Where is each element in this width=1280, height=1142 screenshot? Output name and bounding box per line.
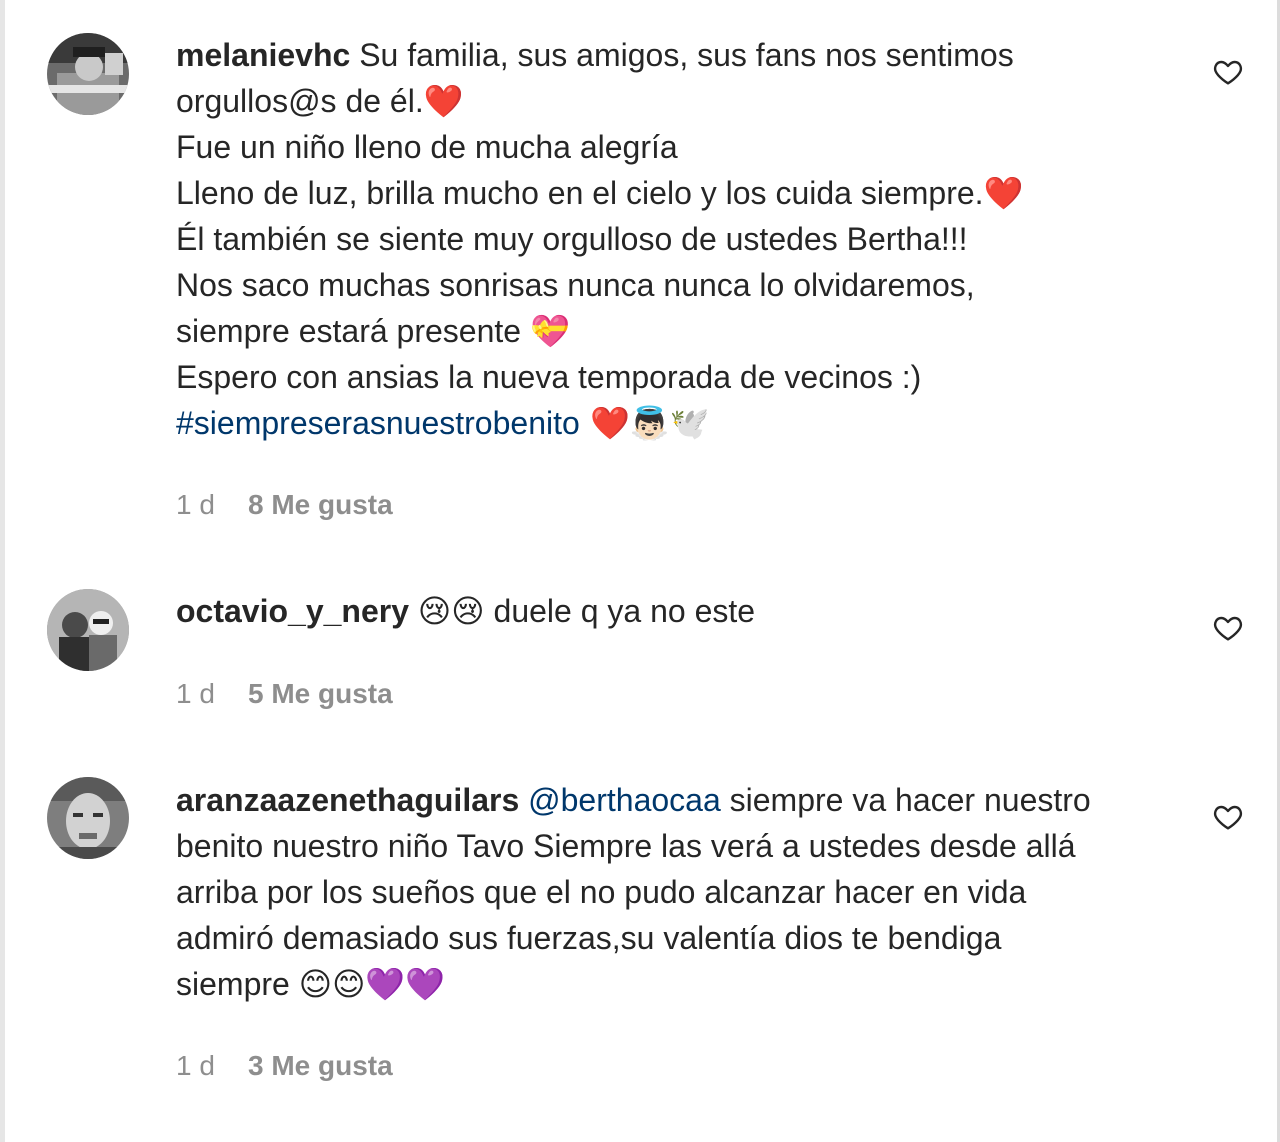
comment-meta: 1 d3 Me gusta [176, 1050, 393, 1082]
comment-username[interactable]: octavio_y_nery [176, 593, 409, 629]
likes-count[interactable]: 8 Me gusta [248, 489, 393, 520]
comment-meta: 1 d8 Me gusta [176, 489, 393, 521]
comment-time[interactable]: 1 d [176, 678, 248, 710]
comment-line: Su familia, sus amigos, sus fans nos sen… [359, 37, 1014, 73]
avatar[interactable] [47, 33, 129, 115]
comment-text: aranzaazenethaguilars @berthaocaa siempr… [176, 777, 1176, 1007]
comment-line: orgullos@s de él.❤️ [176, 83, 464, 119]
mention-link[interactable]: @berthaocaa [528, 782, 721, 818]
comment-line: Él también se siente muy orgulloso de us… [176, 221, 968, 257]
avatar[interactable] [47, 589, 129, 671]
comment-time[interactable]: 1 d [176, 489, 248, 521]
comment-username[interactable]: aranzaazenethaguilars [176, 782, 519, 818]
comment-meta: 1 d5 Me gusta [176, 678, 393, 710]
comment-text: melanievhc Su familia, sus amigos, sus f… [176, 32, 1176, 446]
heart-outline-icon[interactable] [1211, 612, 1245, 644]
hashtag-link[interactable]: #siempreserasnuestrobenito [176, 405, 580, 441]
comment-line: Lleno de luz, brilla mucho en el cielo y… [176, 175, 1024, 211]
heart-outline-icon[interactable] [1211, 801, 1245, 833]
comment-line: siempre estará presente 💝 [176, 313, 570, 349]
comment-username[interactable]: melanievhc [176, 37, 350, 73]
comment-line: Fue un niño lleno de mucha alegría [176, 129, 678, 165]
comment-line: admiró demasiado sus fuerzas,su valentía… [176, 920, 1002, 956]
avatar[interactable] [47, 777, 129, 859]
comment-text: octavio_y_nery 😢😢 duele q ya no este [176, 588, 1176, 634]
comment-line: siempre 😊😊💜💜 [176, 966, 446, 1002]
left-border [0, 0, 5, 1142]
comment-line: benito nuestro niño Tavo Siempre las ver… [176, 828, 1076, 864]
emoji-group: ❤️👼🏻🕊️ [579, 404, 710, 442]
likes-count[interactable]: 3 Me gusta [248, 1050, 393, 1081]
heart-outline-icon[interactable] [1211, 56, 1245, 88]
comment-body: 😢😢 duele q ya no este [409, 593, 756, 629]
comment-line: arriba por los sueños que el no pudo alc… [176, 874, 1027, 910]
comment-line: Espero con ansias la nueva temporada de … [176, 359, 922, 395]
comment-line: siempre va hacer nuestro [720, 782, 1091, 818]
comment-line: Nos saco muchas sonrisas nunca nunca lo … [176, 267, 975, 303]
likes-count[interactable]: 5 Me gusta [248, 678, 393, 709]
comment-time[interactable]: 1 d [176, 1050, 248, 1082]
